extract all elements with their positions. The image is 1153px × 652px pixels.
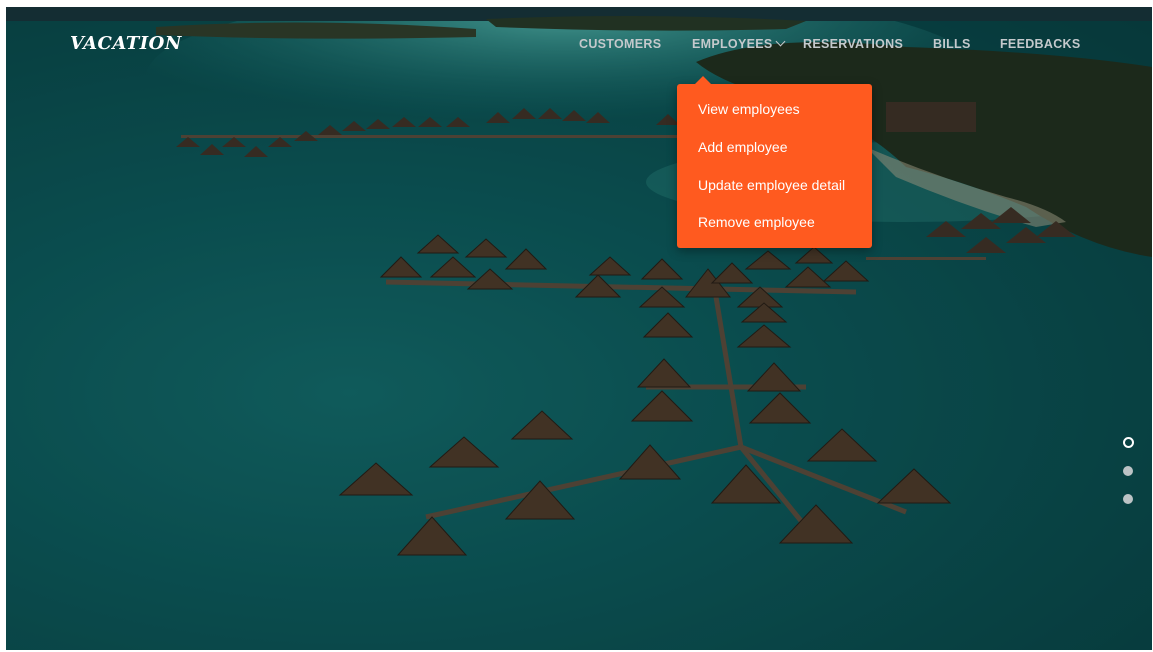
slider-pagination: [1123, 435, 1135, 507]
nav-item-employees-label: EMPLOYEES: [692, 37, 773, 51]
slide-dot-3[interactable]: [1123, 494, 1133, 504]
nav-item-employees[interactable]: EMPLOYEES: [692, 36, 785, 51]
dropdown-item-remove-employee[interactable]: Remove employee: [698, 214, 815, 230]
top-navbar: VACATION CUSTOMERS EMPLOYEES RESERVATION…: [6, 7, 1152, 82]
nav-item-customers[interactable]: CUSTOMERS: [579, 37, 661, 51]
slide-dot-2[interactable]: [1123, 466, 1133, 476]
nav-item-reservations[interactable]: RESERVATIONS: [803, 37, 903, 51]
hero-dark-overlay: [6, 7, 1152, 650]
employees-dropdown-menu: View employees Add employee Update emplo…: [677, 76, 872, 248]
dropdown-item-add-employee[interactable]: Add employee: [698, 139, 788, 155]
nav-item-feedbacks[interactable]: FEEDBACKS: [1000, 37, 1080, 51]
nav-item-bills[interactable]: BILLS: [933, 37, 971, 51]
chevron-down-icon: [775, 36, 785, 47]
brand-logo[interactable]: VACATION: [70, 33, 182, 54]
hero-section: VACATION CUSTOMERS EMPLOYEES RESERVATION…: [6, 7, 1152, 650]
dropdown-item-update-employee-detail[interactable]: Update employee detail: [698, 177, 845, 193]
slide-dot-1[interactable]: [1123, 437, 1134, 448]
dropdown-item-view-employees[interactable]: View employees: [698, 101, 800, 117]
